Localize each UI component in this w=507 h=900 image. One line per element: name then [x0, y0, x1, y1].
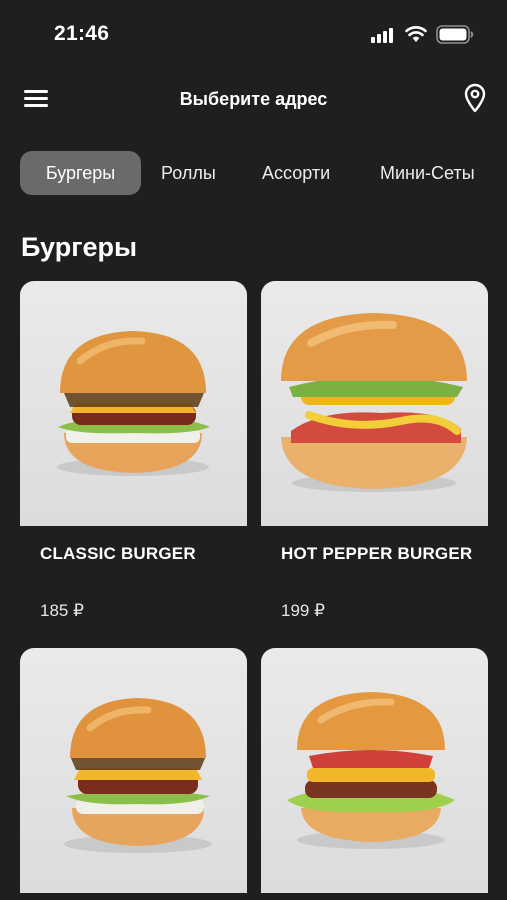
status-bar: 21:46 — [0, 0, 507, 68]
product-name: CLASSIC BURGER — [40, 544, 196, 563]
product-name: HOT PEPPER BURGER — [281, 544, 473, 563]
top-app-bar: Выберите адрес — [0, 78, 507, 122]
product-card-hot-pepper-burger[interactable]: HOT PEPPER BURGER 199 ₽ — [261, 281, 488, 620]
address-selector[interactable]: Выберите адрес — [0, 89, 507, 110]
product-image — [261, 648, 488, 893]
tab-burgers[interactable]: Бургеры — [20, 151, 141, 195]
product-price: 199 ₽ — [281, 601, 325, 620]
tab-mini-sets[interactable]: Мини-Сеты — [380, 151, 475, 195]
cellular-signal-icon — [371, 27, 397, 43]
section-title: Бургеры — [21, 232, 138, 262]
category-tabs: Бургеры Роллы Ассорти Мини-Сеты — [0, 151, 507, 197]
tab-rolls[interactable]: Роллы — [161, 151, 216, 195]
battery-icon — [436, 25, 474, 44]
app-screen: 21:46 Выберите адрес Бургеры Роллы Ассор… — [0, 0, 507, 900]
wifi-icon — [405, 26, 427, 42]
product-image — [261, 281, 488, 526]
product-card-4[interactable] — [261, 648, 488, 893]
product-image — [20, 648, 247, 893]
tab-assorti[interactable]: Ассорти — [262, 151, 330, 195]
status-time: 21:46 — [54, 22, 110, 45]
product-card-3[interactable] — [20, 648, 247, 893]
product-price: 185 ₽ — [40, 601, 84, 620]
product-card-classic-burger[interactable]: CLASSIC BURGER 185 ₽ — [20, 281, 247, 620]
product-image — [20, 281, 247, 526]
map-pin-icon[interactable] — [462, 83, 488, 113]
